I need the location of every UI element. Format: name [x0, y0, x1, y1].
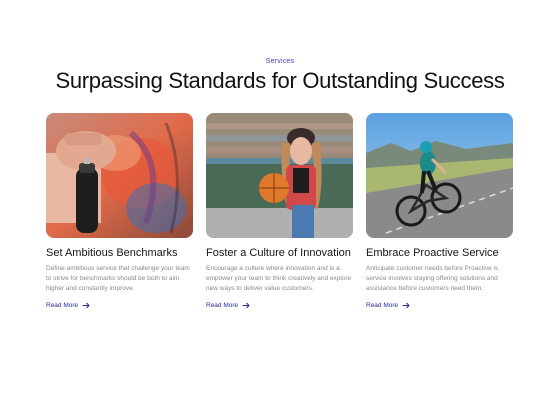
section-label: Services [265, 58, 295, 65]
basketball-woman-image [206, 113, 353, 238]
card-title: Embrace Proactive Service [366, 247, 499, 259]
read-more-link[interactable]: Read More [206, 302, 250, 309]
graffiti-spray-image [46, 113, 193, 238]
service-card-proactive: Embrace Proactive Service Anticipate cus… [366, 113, 513, 312]
card-description: Define ambitious service that challenge … [46, 265, 190, 292]
arrow-right-icon [402, 302, 410, 309]
card-title: Set Ambitious Benchmarks [46, 247, 178, 259]
services-cards: Set Ambitious Benchmarks Define ambitiou… [46, 113, 514, 323]
read-more-label: Read More [46, 302, 79, 309]
card-description: Encourage a culture where innovation and… [206, 265, 352, 292]
card-description: Anticipate customer needs before Proacti… [366, 265, 499, 292]
arrow-right-icon [242, 302, 250, 309]
read-more-label: Read More [206, 302, 239, 309]
cyclist-road-image [366, 113, 513, 238]
section-title: Surpassing Standards for Outstanding Suc… [55, 68, 505, 93]
card-title: Foster a Culture of Innovation [206, 247, 351, 259]
service-card-innovation: Foster a Culture of Innovation Encourage… [206, 113, 353, 312]
read-more-link[interactable]: Read More [46, 302, 90, 309]
read-more-link[interactable]: Read More [366, 302, 410, 309]
read-more-label: Read More [366, 302, 399, 309]
arrow-right-icon [82, 302, 90, 309]
service-card-benchmarks: Set Ambitious Benchmarks Define ambitiou… [46, 113, 193, 312]
